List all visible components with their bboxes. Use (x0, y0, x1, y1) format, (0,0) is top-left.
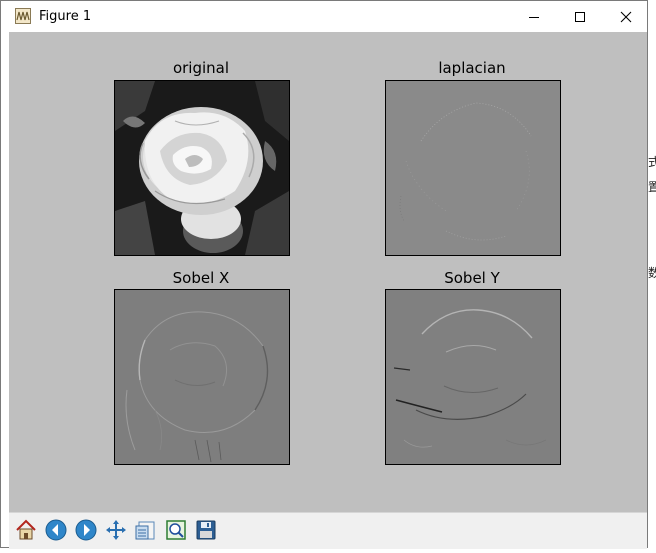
background-text-fragment: 式 (648, 155, 656, 169)
subplot-title-original: original (172, 59, 230, 77)
navigation-toolbar (9, 512, 647, 549)
background-text-fragment: 置 (648, 180, 656, 194)
pan-icon (106, 520, 126, 540)
minimize-button[interactable] (511, 1, 557, 32)
title-bar[interactable]: Figure 1 (1, 1, 647, 32)
maximize-icon (575, 11, 585, 22)
figure-canvas[interactable]: original laplacian Sobel X Sobel Y (9, 32, 647, 512)
back-button[interactable] (42, 516, 70, 544)
configure-subplots-icon (135, 521, 155, 540)
back-icon (45, 519, 67, 541)
subplot-title-laplacian: laplacian (438, 59, 506, 77)
matplotlib-app-icon (15, 8, 31, 24)
figure-window: Figure 1 original laplacian Sobel X Sobe… (0, 0, 648, 549)
maximize-button[interactable] (557, 1, 603, 32)
minimize-icon (529, 16, 539, 18)
forward-icon (75, 519, 97, 541)
window-title: Figure 1 (39, 9, 92, 24)
zoom-button[interactable] (162, 516, 190, 544)
save-button[interactable] (192, 516, 220, 544)
forward-button[interactable] (72, 516, 100, 544)
sobel-x-edge-image (115, 290, 289, 464)
subplot-original-image (114, 80, 290, 256)
sobel-y-edge-image (386, 290, 560, 464)
subplot-sobel-y-image (385, 289, 561, 465)
rose-grayscale-image (115, 81, 289, 255)
home-button[interactable] (12, 516, 40, 544)
zoom-icon (166, 520, 186, 540)
configure-subplots-button[interactable] (132, 516, 160, 544)
subplot-title-sobel-x: Sobel X (172, 269, 230, 287)
subplot-laplacian-image (385, 80, 561, 256)
subplot-title-sobel-y: Sobel Y (444, 269, 500, 287)
close-button[interactable] (603, 1, 649, 32)
save-icon (196, 520, 216, 540)
pan-button[interactable] (102, 516, 130, 544)
laplacian-edge-image (386, 81, 560, 255)
home-icon (16, 519, 36, 540)
close-icon (620, 11, 632, 22)
background-text-fragment: 数 (648, 266, 656, 280)
subplot-sobel-x-image (114, 289, 290, 465)
